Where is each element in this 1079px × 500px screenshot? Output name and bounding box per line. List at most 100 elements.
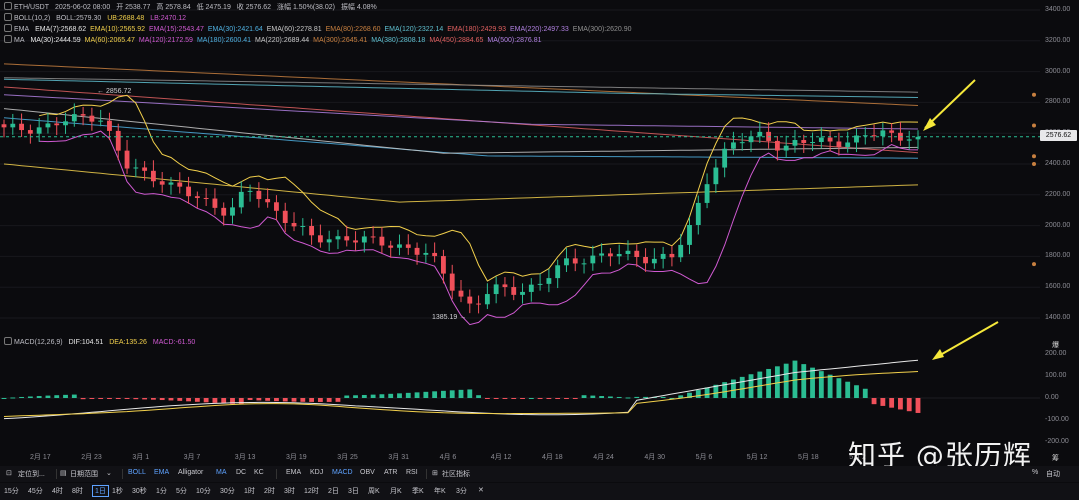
date-tick: 3月 31 [388,454,410,461]
interval-8[interactable]: 5分 [176,486,187,496]
yellow-arrow-macd [934,321,999,359]
toggle-icon[interactable] [4,2,12,10]
indicator-toolbar: ⊡ 定位到... ▤ 日期范围 ⌄ BOLL EMA Alligator MA … [0,466,1079,482]
side-label-explode[interactable]: 爆 [1052,340,1059,350]
interval-21[interactable]: 3分 [456,486,467,496]
macd-histogram-bar [731,379,736,398]
macd-histogram-bar [854,385,859,398]
side-label-chip[interactable]: 筹 [1052,453,1059,463]
ema-value-1: EMA(10):2565.92 [90,26,145,33]
divider [276,469,277,479]
candle-body [520,291,525,295]
ema-value-3: EMA(30):2421.64 [207,26,263,33]
sub-macd[interactable]: MACD [332,469,353,476]
divider [426,469,427,479]
macd-histogram-bar [818,371,824,398]
interval-0[interactable]: 15分 [4,486,19,496]
macd-histogram-bar [10,397,16,399]
candle-body [80,114,86,116]
candle-body [836,141,842,147]
candle-body [405,244,411,248]
ind-ma[interactable]: MA [216,469,227,476]
candle-body [564,258,569,266]
community-icon[interactable]: ⊞ [432,469,438,477]
close-icon[interactable]: ✕ [478,486,484,494]
candle-body [739,142,745,144]
interval-11[interactable]: 1时 [244,486,255,496]
interval-13[interactable]: 3时 [284,486,295,496]
interval-7[interactable]: 1分 [156,486,167,496]
candle-body [599,253,605,256]
sub-ema[interactable]: EMA [286,469,301,476]
candle-body [845,142,851,147]
locate-icon[interactable]: ⊡ [6,469,12,477]
macd-histogram-bar [660,396,666,398]
ind-dc[interactable]: DC [236,469,246,476]
sub-obv[interactable]: OBV [360,469,375,476]
ind-alligator[interactable]: Alligator [178,469,203,476]
interval-16[interactable]: 3日 [348,486,359,496]
macd-histogram-bar [704,387,710,398]
macd-histogram-bar [845,381,851,398]
candle-body [889,130,895,133]
interval-15[interactable]: 2日 [328,486,339,496]
boll-name: BOLL(10,2) [14,15,51,22]
interval-1[interactable]: 45分 [28,486,43,496]
candle-body [45,123,51,128]
chevron-down-icon[interactable]: ⌄ [106,469,112,477]
interval-12[interactable]: 2时 [264,486,275,496]
date-tick: 3月 1 [132,454,150,461]
interval-20[interactable]: 年K [434,486,446,496]
interval-2[interactable]: 4时 [52,486,63,496]
eye-icon[interactable] [4,13,12,21]
candle-body [317,235,323,243]
eye-icon[interactable] [4,35,12,43]
date-range-button[interactable]: 日期范围 [70,469,98,479]
eye-icon[interactable] [4,337,12,345]
ind-boll[interactable]: BOLL [128,469,146,476]
ema-value-7: EMA(180):2429.93 [447,26,507,33]
macd-histogram-bar [792,360,798,398]
ind-ema[interactable]: EMA [154,469,169,476]
macd-histogram-bar [511,398,517,399]
community-indicators-button[interactable]: 社区指标 [442,469,470,479]
low-value: 低 2475.19 [196,4,231,11]
calendar-icon[interactable]: ▤ [60,469,67,477]
percent-button[interactable]: % [1032,469,1038,476]
interval-5[interactable]: 1秒 [112,486,123,496]
interval-4[interactable]: 1日 [92,485,109,497]
interval-14[interactable]: 12时 [304,486,319,496]
macd-histogram-bar [441,390,446,398]
sub-rsi[interactable]: RSI [406,469,418,476]
date-tick: 3月 13 [234,454,256,461]
eye-icon[interactable] [4,24,12,32]
macd-histogram-bar [309,398,315,402]
macd-histogram-bar [256,398,262,401]
price-chart[interactable] [0,0,1079,466]
candle-body [660,253,666,259]
macd-name: MACD(12,26,9) [14,339,63,346]
interval-19[interactable]: 季K [412,486,424,496]
interval-17[interactable]: 周K [368,486,380,496]
ema-value-2: EMA(15):2543.47 [148,26,204,33]
auto-button[interactable]: 自动 [1046,469,1060,479]
sub-kdj[interactable]: KDJ [310,469,323,476]
date-tick: 4月 12 [490,454,512,461]
interval-3[interactable]: 8时 [72,486,83,496]
candle-body [36,127,42,134]
candle-body [177,182,183,187]
interval-9[interactable]: 10分 [196,486,211,496]
sub-atr[interactable]: ATR [384,469,397,476]
date-tick: 5月 6 [695,454,713,461]
interval-6[interactable]: 30秒 [132,486,147,496]
interval-18[interactable]: 月K [390,486,402,496]
interval-10[interactable]: 30分 [220,486,235,496]
macd-histogram-bar [133,398,139,400]
candle-body [581,263,587,265]
candle-body [124,150,130,169]
ind-kc[interactable]: KC [254,469,264,476]
candle-body [27,130,33,134]
macd-histogram-bar [379,394,385,398]
macd-histogram-bar [616,396,622,398]
locate-button[interactable]: 定位到... [18,469,45,479]
